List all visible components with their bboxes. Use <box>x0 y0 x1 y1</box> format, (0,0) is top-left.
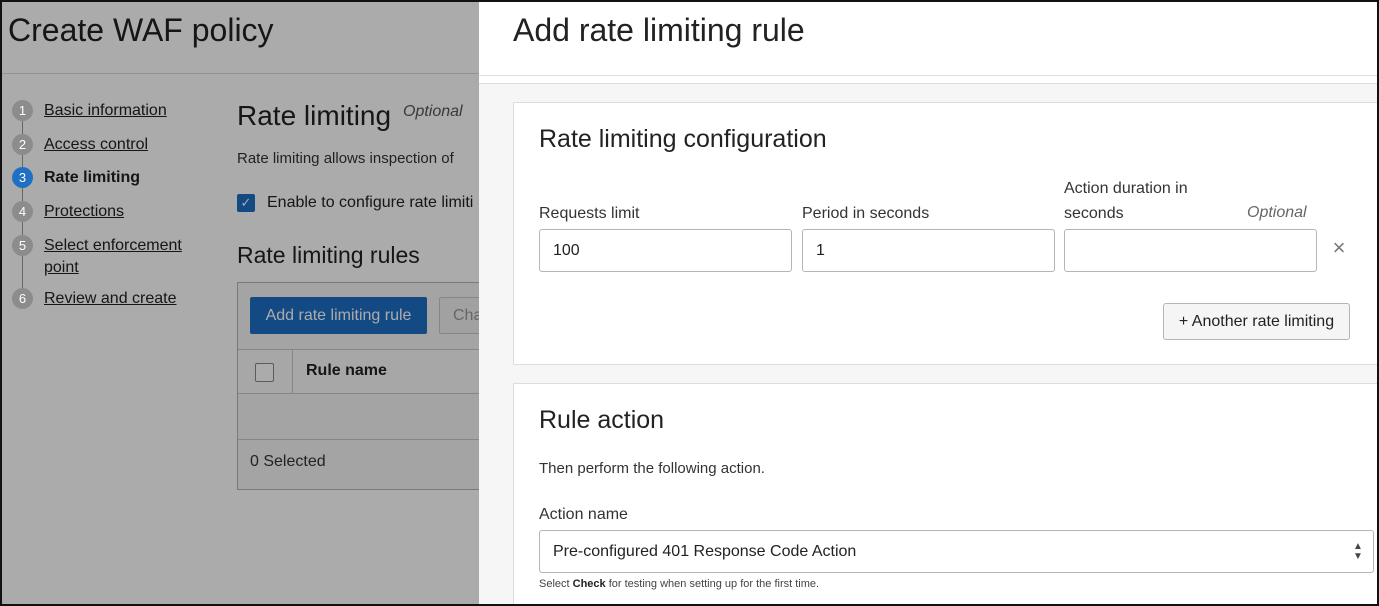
card-title: Rule action <box>539 406 665 434</box>
step-number-badge: 2 <box>12 134 33 155</box>
helper-bold: Check <box>572 578 606 590</box>
add-rule-panel: Add rate limiting rule Rate limiting con… <box>479 2 1377 604</box>
card-title: Rate limiting configuration <box>539 125 827 153</box>
panel-title: Add rate limiting rule <box>513 12 805 48</box>
action-duration-label-line2: seconds <box>1064 205 1124 222</box>
panel-header: Add rate limiting rule <box>479 2 1377 76</box>
rule-action-card: Rule action Then perform the following a… <box>513 383 1377 604</box>
rule-action-description: Then perform the following action. <box>539 460 765 477</box>
step-number-badge: 6 <box>12 288 33 309</box>
helper-prefix: Select <box>539 578 570 590</box>
rate-limiting-configuration-card: Rate limiting configuration Requests lim… <box>513 102 1377 365</box>
helper-suffix: for testing when setting up for the firs… <box>608 578 820 590</box>
action-helper-text: Select Check for testing when setting up… <box>539 578 819 590</box>
action-duration-input[interactable] <box>1064 229 1317 272</box>
step-number-badge: 5 <box>12 235 33 256</box>
action-name-selected-value: Pre-configured 401 Response Code Action <box>553 542 857 560</box>
action-name-label: Action name <box>539 506 628 523</box>
step-number-badge: 4 <box>12 201 33 222</box>
screen: Create WAF policy 1 Basic information 2 … <box>0 0 1379 606</box>
period-in-seconds-input[interactable]: 1 <box>802 229 1055 272</box>
action-duration-label-line1: Action duration in <box>1064 180 1188 197</box>
requests-limit-label: Requests limit <box>539 205 640 222</box>
step-number-badge-active: 3 <box>12 167 33 188</box>
another-rate-limiting-button[interactable]: + Another rate limiting <box>1163 303 1350 340</box>
chevron-up-down-icon: ▲ ▼ <box>1353 541 1363 562</box>
period-in-seconds-label: Period in seconds <box>802 205 930 222</box>
panel-header-separator <box>479 76 1377 84</box>
action-duration-label: Action duration in seconds <box>1064 176 1188 226</box>
action-name-select[interactable]: Pre-configured 401 Response Code Action … <box>539 530 1374 573</box>
step-number-badge: 1 <box>12 100 33 121</box>
close-x-icon[interactable]: × <box>1328 237 1350 259</box>
requests-limit-input[interactable]: 100 <box>539 229 792 272</box>
action-duration-optional-label: Optional <box>1247 204 1307 221</box>
